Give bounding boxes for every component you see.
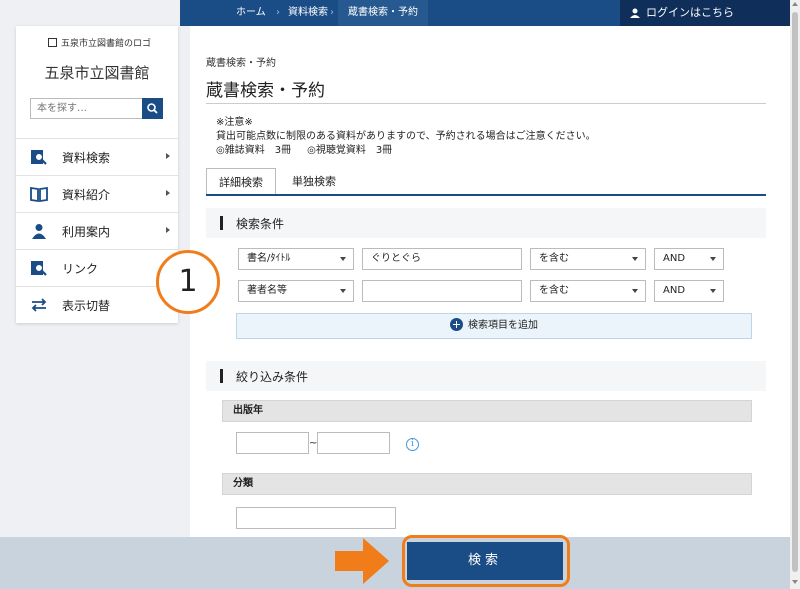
tab-detailed-search[interactable]: 詳細検索 [206, 168, 276, 195]
sidebar-item-search[interactable]: 資料検索 [16, 138, 178, 175]
match-select[interactable]: を含む [530, 248, 646, 270]
broken-image-icon [48, 38, 57, 47]
login-label: ログインはこちら [646, 6, 734, 19]
chevron-down-icon [632, 257, 638, 261]
link-icon [31, 261, 47, 276]
field-select[interactable]: 書名/ﾀｲﾄﾙ [238, 248, 354, 270]
chevron-right-icon [166, 153, 170, 159]
pub-year-header: 出版年 [222, 400, 752, 422]
sidebar-item-introduction[interactable]: 資料紹介 [16, 175, 178, 212]
classification-header: 分類 [222, 473, 752, 495]
chevron-down-icon [710, 257, 716, 261]
sidebar-item-label: 利用案内 [62, 225, 111, 239]
divider [206, 103, 766, 104]
section-title: 検索条件 [236, 217, 285, 231]
field-select[interactable]: 著者名等 [238, 280, 354, 302]
library-name: 五泉市立図書館 [44, 64, 150, 82]
notice-heading: ※注意※ [216, 117, 253, 128]
logo-alt-text: 五泉市立図書館のロゴ [61, 39, 152, 49]
bottom-action-bar [0, 537, 790, 589]
chevron-down-icon [710, 289, 716, 293]
search-doc-icon [31, 150, 47, 165]
conditions-section-header: 検索条件 [206, 208, 766, 238]
notice-item: ◎雑誌資料 3冊 [216, 145, 292, 156]
sidebar-item-label: リンク [62, 262, 99, 276]
operator-select[interactable]: AND [654, 280, 724, 302]
add-condition-label: 検索項目を追加 [468, 320, 538, 331]
sidebar-item-guide[interactable]: 利用案内 [16, 212, 178, 249]
info-icon[interactable]: i [406, 438, 419, 451]
user-icon [630, 8, 640, 18]
sidebar-item-links[interactable]: リンク [16, 249, 178, 286]
condition-value-input[interactable]: ぐりとぐら [362, 248, 522, 270]
chevron-down-icon [340, 257, 346, 261]
notice-block: ※注意※ 貸出可能点数に制限のある資料がありますので、予約される場合はご注意くだ… [216, 116, 596, 158]
user-icon [32, 224, 46, 239]
filters-section-header: 絞り込み条件 [206, 361, 766, 391]
scroll-down-icon[interactable] [792, 580, 798, 584]
plus-circle-icon [450, 318, 463, 331]
search-input[interactable] [30, 98, 142, 119]
login-button[interactable]: ログインはこちら [620, 0, 790, 26]
chevron-down-icon [340, 289, 346, 293]
switch-arrows-icon [31, 298, 47, 312]
pub-year-from-input[interactable] [236, 432, 309, 454]
scroll-thumb[interactable] [792, 12, 798, 572]
tab-single-search[interactable]: 単独検索 [280, 168, 348, 195]
library-logo[interactable]: 五泉市立図書館のロゴ [48, 36, 151, 49]
add-condition-button[interactable]: 検索項目を追加 [236, 313, 752, 339]
search-icon [147, 103, 158, 114]
open-book-icon [30, 186, 48, 202]
chevron-right-icon [166, 190, 170, 196]
top-bar: ホーム › 資料検索 › 蔵書検索・予約 ログインはこちら [180, 0, 790, 26]
notice-body: 貸出可能点数に制限のある資料がありますので、予約される場合はご注意ください。 [216, 131, 596, 142]
tab-underline [206, 194, 766, 196]
match-select[interactable]: を含む [530, 280, 646, 302]
search-button[interactable] [142, 98, 163, 119]
arrow-right-icon [335, 538, 389, 584]
breadcrumb-current: 蔵書検索・予約 [338, 0, 428, 26]
breadcrumb-search[interactable]: 資料検索 [288, 0, 328, 26]
sidebar-item-display-toggle[interactable]: 表示切替 [16, 286, 178, 323]
breadcrumb-separator: › [330, 7, 334, 18]
scroll-up-icon[interactable] [792, 2, 798, 6]
sidebar: 五泉市立図書館のロゴ 五泉市立図書館 資料検索 資料紹介 利用案内 リンク 表示… [16, 26, 178, 323]
condition-value-input[interactable] [362, 280, 522, 302]
breadcrumb-home[interactable]: ホーム [236, 0, 266, 26]
breadcrumb-separator: › [276, 7, 280, 18]
chevron-right-icon [166, 227, 170, 233]
sidebar-item-label: 資料紹介 [62, 188, 111, 202]
operator-select[interactable]: AND [654, 248, 724, 270]
section-title: 絞り込み条件 [236, 370, 309, 384]
sidebar-item-label: 資料検索 [62, 151, 111, 165]
main-content: 蔵書検索・予約 蔵書検索・予約 ※注意※ 貸出可能点数に制限のある資料があります… [190, 26, 790, 537]
scrollbar[interactable] [790, 0, 800, 589]
page-breadcrumb: 蔵書検索・予約 [206, 58, 276, 69]
search-submit-button[interactable]: 検索 [407, 542, 563, 580]
classification-input[interactable] [236, 507, 396, 529]
pub-year-to-input[interactable] [317, 432, 390, 454]
step-number-callout: 1 [156, 250, 220, 314]
notice-item: ◎視聴覚資料 3冊 [307, 145, 393, 156]
chevron-down-icon [632, 289, 638, 293]
page-title: 蔵書検索・予約 [206, 81, 325, 101]
sidebar-item-label: 表示切替 [62, 299, 111, 313]
